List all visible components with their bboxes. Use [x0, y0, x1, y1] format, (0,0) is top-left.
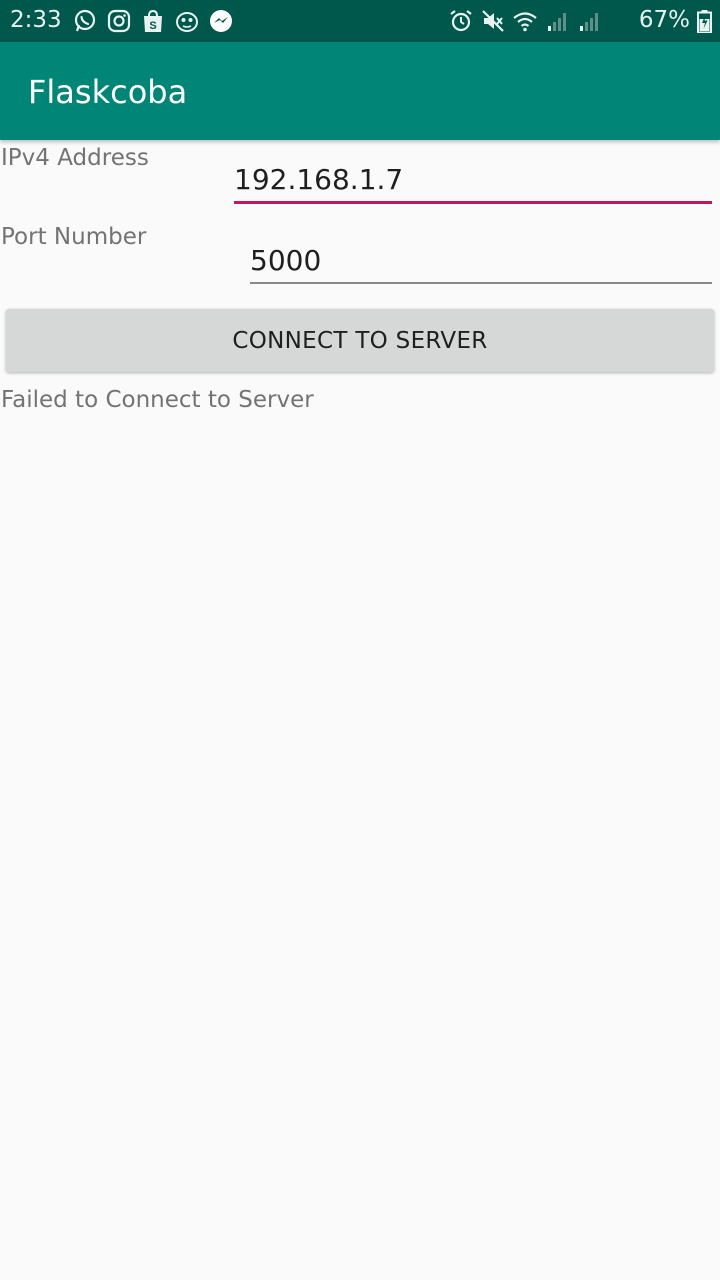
app-bar: Flaskcoba	[0, 42, 720, 140]
instagram-icon	[107, 9, 131, 33]
status-time: 2:33	[10, 7, 62, 33]
ipv4-address-input[interactable]	[234, 158, 712, 204]
battery-percentage: 67%	[638, 7, 690, 33]
svg-text:S: S	[149, 20, 156, 32]
mute-icon	[482, 10, 504, 32]
port-number-label: Port Number	[1, 224, 147, 250]
alarm-icon	[450, 10, 472, 32]
whatsapp-icon	[74, 9, 96, 32]
connect-to-server-button[interactable]: CONNECT TO SERVER	[6, 309, 714, 372]
mascot-app-icon	[176, 12, 198, 32]
shopping-bag-icon: S	[144, 9, 162, 32]
messenger-icon	[210, 10, 232, 32]
signal-icon	[580, 13, 598, 31]
port-number-input[interactable]	[250, 238, 712, 284]
signal-icon	[548, 13, 566, 31]
ipv4-address-label: IPv4 Address	[1, 145, 149, 171]
notification-icons: S	[72, 8, 234, 34]
battery-icon	[697, 10, 712, 33]
status-bar: 2:33 S 67%	[0, 0, 720, 42]
connection-status-message: Failed to Connect to Server	[1, 387, 314, 413]
app-title: Flaskcoba	[28, 73, 188, 111]
wifi-icon	[513, 12, 537, 32]
system-icons	[448, 8, 602, 34]
